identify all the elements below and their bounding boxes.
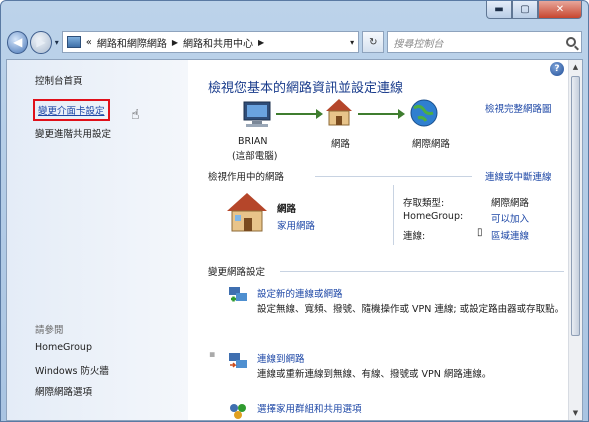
setup-new-connection-link[interactable]: 設定新的連線或網路 <box>257 286 343 300</box>
help-icon[interactable]: ? <box>550 62 564 76</box>
divider <box>315 176 472 177</box>
connect-disconnect-link[interactable]: 連線或中斷連線 <box>485 169 552 183</box>
see-also-heading: 請參閱 <box>35 325 64 336</box>
refresh-button[interactable]: ↻ <box>362 31 385 53</box>
access-type-label: 存取類型: <box>403 198 445 209</box>
internet-label: 網際網路 <box>412 139 451 150</box>
internet-options-link[interactable]: 網際網路選項 <box>35 384 92 398</box>
home-network-icon <box>227 193 267 232</box>
minimize-button[interactable]: ▬ <box>486 1 512 19</box>
divider <box>280 271 564 272</box>
explorer-window: ▬ ▢ ✕ ◀ ▶ ▾ « 網路和網際網路 ▶ 網路和共用中心 ▶ ▾ ↻ 搜尋… <box>0 0 589 422</box>
computer-subtitle: (這部電腦) <box>232 151 278 162</box>
access-type-value: 網際網路 <box>491 198 530 209</box>
search-input[interactable]: 搜尋控制台 <box>393 35 443 50</box>
ethernet-icon: ▯ <box>477 227 483 238</box>
control-panel-home-link[interactable]: 控制台首頁 <box>35 73 83 87</box>
change-settings-heading: 變更網路設定 <box>208 267 266 278</box>
chevron-right-icon[interactable]: ▶ <box>258 38 264 47</box>
active-network-name: 網路 <box>277 204 297 215</box>
homegroup-join-link[interactable]: 可以加入 <box>491 211 529 225</box>
breadcrumb-overflow[interactable]: « <box>86 37 92 48</box>
bullet: ▪ <box>209 349 216 360</box>
computer-icon <box>243 101 271 127</box>
homegroup-link[interactable]: HomeGroup <box>35 342 92 353</box>
back-button[interactable]: ◀ <box>7 30 29 54</box>
new-connection-icon <box>229 287 247 302</box>
hand-cursor-icon: ☝ <box>131 107 140 123</box>
connect-to-network-desc: 連線或重新連線到無線、有線、撥號或 VPN 網路連線。 <box>257 369 492 380</box>
homegroup-label: HomeGroup: <box>403 211 464 222</box>
homegroup-icon <box>230 404 246 419</box>
network-map <box>243 99 438 127</box>
active-networks-heading: 檢視作用中的網路 <box>208 172 285 183</box>
windows-firewall-link[interactable]: Windows 防火牆 <box>35 363 109 377</box>
content-area: 控制台首頁 變更介面卡設定 ☝ 變更進階共用設定 請參閱 HomeGroup W… <box>6 59 583 421</box>
page-title: 檢視您基本的網路資訊並設定連線 <box>208 81 404 96</box>
breadcrumb-network-internet[interactable]: 網路和網際網路 <box>97 35 167 50</box>
address-bar[interactable]: « 網路和網際網路 ▶ 網路和共用中心 ▶ ▾ <box>61 31 360 53</box>
search-icon[interactable] <box>565 37 576 47</box>
maximize-button[interactable]: ▢ <box>512 1 538 19</box>
caption-buttons: ▬ ▢ ✕ <box>486 1 582 21</box>
main-pane: ? 檢視您基本的網路資訊並設定連線 檢視完整網路圖 BRIAN (這部電腦) 網… <box>188 60 568 420</box>
computer-name: BRIAN <box>238 136 268 147</box>
close-button[interactable]: ✕ <box>538 1 582 19</box>
network-house-icon <box>326 99 352 126</box>
address-dropdown[interactable]: ▾ <box>350 38 354 47</box>
vertical-divider <box>393 185 394 245</box>
connections-label: 連線: <box>403 231 426 242</box>
change-adapter-settings-link[interactable]: 變更介面卡設定 <box>33 99 110 121</box>
connect-to-network-link[interactable]: 連線到網路 <box>257 351 305 365</box>
navigation-bar: ◀ ▶ ▾ « 網路和網際網路 ▶ 網路和共用中心 ▶ ▾ ↻ 搜尋控制台 <box>7 28 582 56</box>
view-full-map-link[interactable]: 檢視完整網路圖 <box>485 101 552 115</box>
network-type-link[interactable]: 家用網路 <box>277 218 315 232</box>
refresh-icon: ↻ <box>369 36 378 48</box>
scroll-down-arrow[interactable]: ▼ <box>569 406 582 420</box>
scroll-up-arrow[interactable]: ▲ <box>569 60 582 74</box>
homegroup-sharing-options-link[interactable]: 選擇家用群組和共用選項 <box>257 401 362 415</box>
scrollbar-thumb[interactable] <box>571 76 580 336</box>
forward-button[interactable]: ▶ <box>30 30 52 54</box>
chevron-right-icon[interactable]: ▶ <box>172 38 178 47</box>
vertical-scrollbar[interactable]: ▲ ▼ <box>568 60 582 420</box>
left-pane: 控制台首頁 變更介面卡設定 ☝ 變更進階共用設定 請參閱 HomeGroup W… <box>7 60 188 420</box>
breadcrumb-network-sharing-center[interactable]: 網路和共用中心 <box>183 35 253 50</box>
internet-globe-icon <box>410 99 438 127</box>
network-label: 網路 <box>331 139 351 150</box>
search-box[interactable]: 搜尋控制台 <box>387 31 582 53</box>
control-panel-icon <box>66 36 81 48</box>
local-area-connection-link[interactable]: 區域連線 <box>491 228 529 242</box>
connect-network-icon <box>229 353 247 368</box>
setup-new-connection-desc: 設定無線、寬頻、撥號、隨機操作或 VPN 連線; 或設定路由器或存取點。 <box>257 304 565 315</box>
change-advanced-sharing-link[interactable]: 變更進階共用設定 <box>35 126 111 140</box>
recent-pages-dropdown[interactable]: ▾ <box>55 38 59 47</box>
